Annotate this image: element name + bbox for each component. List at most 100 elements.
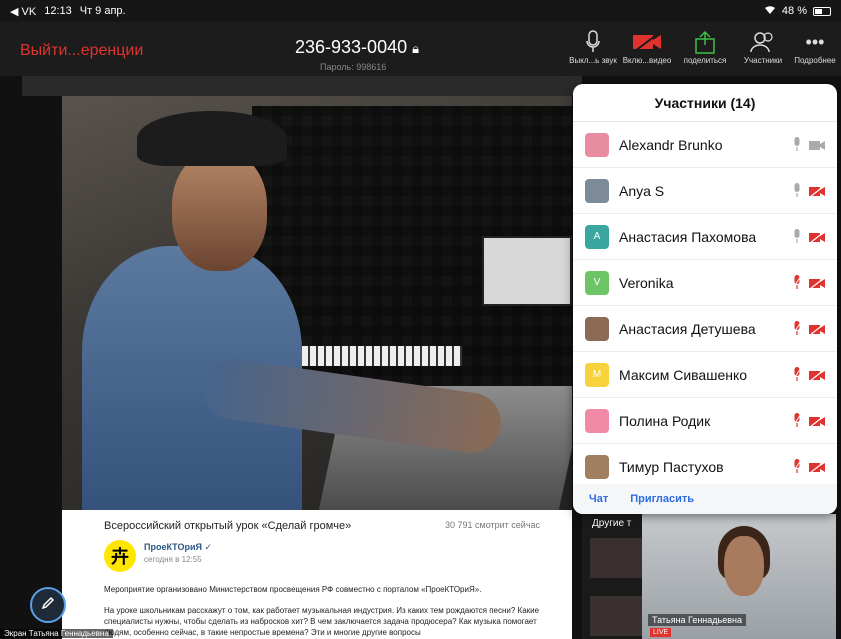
participant-status <box>792 413 825 432</box>
share-button[interactable]: поделиться <box>675 28 735 65</box>
participant-name: Анастасия Детушева <box>619 320 756 337</box>
video-button[interactable]: Вклю...видео <box>617 28 677 65</box>
participant-status <box>793 183 825 202</box>
battery-icon <box>813 6 831 16</box>
presenter-head <box>172 151 267 271</box>
participant-row[interactable]: Анастасия Детушева <box>573 306 837 352</box>
participant-name: Полина Родик <box>619 412 711 429</box>
camera-off-icon <box>617 28 677 56</box>
video-label: Вклю...видео <box>622 56 672 65</box>
microphone-muted-icon <box>792 413 802 432</box>
microphone-icon <box>793 229 801 248</box>
participant-status <box>792 321 825 340</box>
pencil-icon <box>40 595 56 616</box>
post-description-more: На уроке школьникам расскажут о том, как… <box>104 606 540 637</box>
related-thumb[interactable] <box>590 596 642 636</box>
participant-name: Тимур Пастухов <box>619 458 724 475</box>
panel-footer: Чат Пригласить <box>573 484 837 514</box>
self-video-tile[interactable]: Татьяна Геннадьевна <box>642 514 836 639</box>
meeting-id-text: 236-933-0040 <box>295 37 408 57</box>
mute-button[interactable]: Выкл...ь звук <box>563 28 623 65</box>
participant-row[interactable]: Alexandr Brunko <box>573 122 837 168</box>
more-label: Подробнее <box>794 56 836 65</box>
participant-name: Alexandr Brunko <box>619 136 723 153</box>
channel-name[interactable]: ПроеКТОриЯ ✓ <box>144 542 212 553</box>
pip-face <box>724 536 764 596</box>
meeting-password: Пароль: 998616 <box>320 62 387 72</box>
carrier-label: ◀ VK <box>10 5 37 18</box>
participant-avatar <box>585 316 609 341</box>
participant-avatar <box>585 178 609 203</box>
participant-status <box>792 459 825 478</box>
meeting-toolbar: Выйти...еренции 236-933-0040 🔒︎ Пароль: … <box>0 22 841 76</box>
participant-avatar <box>585 454 609 479</box>
participant-row[interactable]: V Veronika <box>573 260 837 306</box>
related-title: Другие т <box>592 518 632 529</box>
more-button[interactable]: ••• Подробнее <box>785 28 841 66</box>
participant-avatar: V <box>585 270 609 295</box>
participant-status <box>793 229 825 248</box>
participant-avatar <box>585 132 609 157</box>
participants-list: Alexandr Brunko Anya S A Анастасия Пахомова… <box>573 122 837 490</box>
microphone-muted-icon <box>792 321 802 340</box>
lock-icon: 🔒︎ <box>412 41 420 56</box>
participant-row[interactable]: Anya S <box>573 168 837 214</box>
participant-row[interactable]: M Максим Сивашенко <box>573 352 837 398</box>
participant-row[interactable]: Полина Родик <box>573 398 837 444</box>
camera-off-icon <box>809 368 825 386</box>
vk-post: Всероссийский открытый урок «Сделай гром… <box>62 510 572 639</box>
participants-label: Участники <box>743 56 783 65</box>
more-icon: ••• <box>805 31 825 52</box>
microphone-icon <box>563 28 623 56</box>
presenter-hat <box>137 111 287 166</box>
leave-meeting-button[interactable]: Выйти...еренции <box>20 42 143 60</box>
participant-row[interactable]: A Анастасия Пахомова <box>573 214 837 260</box>
post-description: Мероприятие организовано Министерством п… <box>104 585 482 594</box>
live-badge: LIVE <box>650 628 672 637</box>
participant-status <box>793 137 825 156</box>
camera-off-icon <box>809 184 825 202</box>
main-video <box>62 96 572 510</box>
participant-status <box>792 275 825 294</box>
participants-button[interactable]: Участники <box>733 28 793 65</box>
share-icon <box>675 28 735 56</box>
meeting-id-title: 236-933-0040 🔒︎ <box>295 37 419 58</box>
battery-label: 48 % <box>781 5 807 17</box>
share-label: поделиться <box>683 56 727 65</box>
participant-status <box>792 367 825 386</box>
post-time: сегодня в 12:55 <box>144 555 202 564</box>
microphone-muted-icon <box>792 367 802 386</box>
status-bar: ◀ VK 12:13 Чт 9 апр. 48 % <box>0 0 841 22</box>
microphone-icon <box>793 183 801 202</box>
participant-avatar <box>585 408 609 433</box>
annotate-button[interactable] <box>30 587 66 623</box>
participants-panel: Участники (14) Alexandr Brunko Anya S A Ана… <box>573 84 837 514</box>
camera-off-icon <box>809 460 825 478</box>
participant-name: Anya S <box>619 182 665 199</box>
participant-name: Veronika <box>619 274 674 291</box>
channel-avatar[interactable]: 卉 <box>104 540 136 572</box>
date-label: Чт 9 апр. <box>79 4 126 17</box>
participant-avatar: M <box>585 362 609 387</box>
chat-button[interactable]: Чат <box>589 493 608 505</box>
wifi-icon <box>764 5 776 18</box>
invite-button[interactable]: Пригласить <box>630 493 694 505</box>
camera-off-icon <box>809 322 825 340</box>
related-thumb[interactable] <box>590 538 642 578</box>
participant-avatar: A <box>585 224 609 249</box>
participant-name: Анастасия Пахомова <box>619 228 757 245</box>
views-count: 30 791 смотрит сейчас <box>445 520 541 530</box>
panel-title: Участники (14) <box>573 84 837 122</box>
mute-label: Выкл...ь звук <box>569 56 617 65</box>
post-title: Всероссийский открытый урок «Сделай гром… <box>104 520 352 532</box>
participants-icon <box>733 28 793 56</box>
synth-keyboard <box>302 346 462 366</box>
pip-name-label: Татьяна Геннадьевна <box>648 614 746 626</box>
microphone-muted-icon <box>792 459 802 478</box>
camera-off-icon <box>809 414 825 432</box>
studio-monitor <box>482 236 572 306</box>
microphone-muted-icon <box>792 275 802 294</box>
camera-icon <box>809 138 825 156</box>
related-videos: Другие т <box>582 510 642 639</box>
vk-header-strip <box>22 76 582 96</box>
